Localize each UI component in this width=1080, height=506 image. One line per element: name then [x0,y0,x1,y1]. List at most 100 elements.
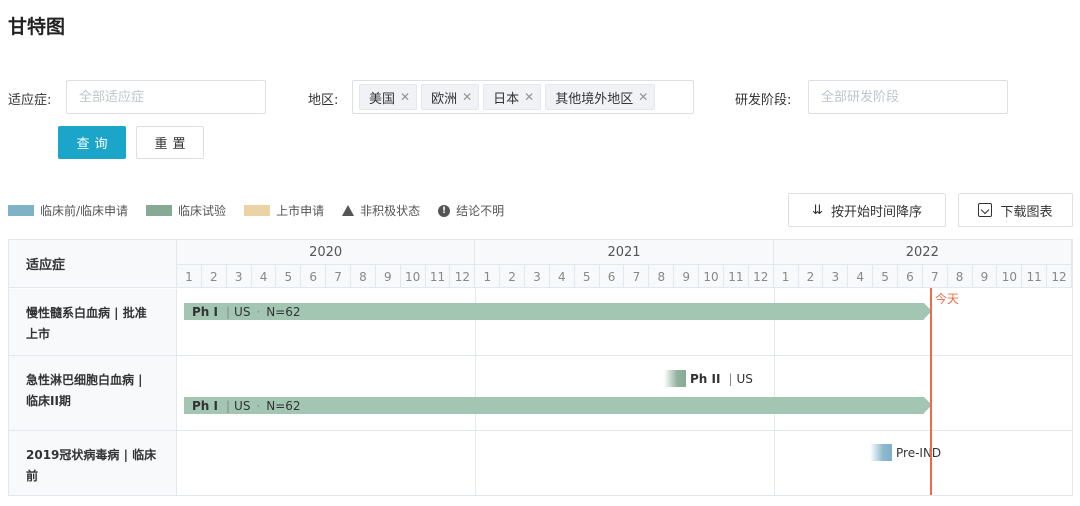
month-label: 6 [600,265,625,288]
indication-label: 适应症: [8,93,52,108]
legend-swatch [244,205,271,216]
month-label: 12 [749,265,774,288]
close-icon[interactable]: ✕ [462,90,472,104]
legend-label: 上市申请 [276,204,325,218]
bar-fade [664,370,686,387]
legend-label: 临床试验 [178,204,227,218]
legend-label: 非积极状态 [360,204,421,218]
bar-region: US [234,304,251,319]
row-label-line: 急性淋巴细胞白血病 | [26,373,143,387]
download-chart-button[interactable]: 下载图表 [958,193,1073,227]
region-tag-eu: 欧洲 ✕ [421,84,480,110]
year-label: 2022 [774,240,1072,265]
month-label: 10 [401,265,426,288]
indication-input[interactable] [66,80,266,114]
triangle-icon [342,205,355,216]
month-label: 3 [823,265,849,288]
month-label: 6 [301,265,327,288]
month-label: 9 [973,265,998,288]
bar-separator: | [728,371,733,386]
stage-input[interactable] [808,80,1008,114]
legend-swatch [146,205,173,216]
month-label: 11 [1022,265,1048,288]
month-label: 1 [475,265,501,288]
year-label: 2020 [177,240,476,265]
month-label: 3 [525,265,550,288]
month-label: 9 [376,265,401,288]
bar-phase: Ph I [192,304,218,319]
month-label: 4 [252,265,277,288]
close-icon[interactable]: ✕ [400,90,410,104]
download-button-label: 下载图表 [1000,204,1053,220]
month-label: 11 [426,265,451,288]
sort-button[interactable]: ⇊ 按开始时间降序 [788,193,946,227]
bar-fade [870,444,892,461]
close-icon[interactable]: ✕ [638,90,648,104]
row-label-line: 临床II期 [26,394,71,408]
month-label: 10 [699,265,724,288]
legend-label: 临床前/临床申请 [40,204,129,218]
row-label-line: 2019冠状病毒病 | 临床 [26,448,157,462]
gantt-bar[interactable]: Ph I | US · N=62 [184,397,932,414]
stage-label: 研发阶段: [735,93,792,108]
month-label: 5 [276,265,302,288]
month-label: 1 [177,265,202,288]
row-label-covid: 2019冠状病毒病 | 临床 前 [9,431,177,495]
bar-separator: · [256,398,261,413]
row-label-line: 慢性髓系白血病 | 批准 [26,306,147,320]
region-tag-label: 日本 [493,91,520,107]
month-header-row: 1 2 3 4 5 6 7 8 9 10 11 12 1 2 3 4 5 6 7 8 9 10 11 12 1 2 3 4 5 6 7 8 9 1… [177,265,1072,288]
sort-icon: ⇊ [812,202,823,218]
row-label-all: 急性淋巴细胞白血病 | 临床II期 [9,356,177,430]
month-label: 6 [898,265,923,288]
exclamation-icon: ! [438,204,451,217]
region-tag-jp: 日本 ✕ [483,84,542,110]
month-label: 3 [227,265,252,288]
month-label: 2 [799,265,824,288]
bar-phase: Ph II [690,371,721,386]
region-tag-label: 美国 [369,91,396,107]
month-label: 5 [873,265,898,288]
download-icon [978,203,993,217]
month-label: 4 [848,265,874,288]
bar-region: US [234,398,251,413]
legend-label: 结论不明 [456,204,505,218]
query-button[interactable]: 查询 [58,126,126,159]
gantt-bar[interactable]: Ph II | US [664,370,753,387]
row-label-line: 上市 [26,327,51,341]
year-header-row: 2020 2021 2022 [177,240,1072,265]
month-label: 10 [997,265,1023,288]
month-label: 12 [1047,265,1072,288]
sort-button-label: 按开始时间降序 [830,204,922,220]
region-tag-other: 其他境外地区 ✕ [545,84,656,110]
legend-item-inactive: 非积极状态 [342,202,420,219]
today-label: 今天 [935,292,960,306]
legend-swatch [8,205,34,216]
legend-item-trial: 临床试验 [146,202,226,219]
legend: 临床前/临床申请 临床试验 上市申请 非积极状态 ! 结论不明 [8,202,522,219]
month-label: 4 [550,265,575,288]
region-tag-us: 美国 ✕ [359,84,418,110]
month-label: 12 [450,265,476,288]
month-label: 5 [575,265,600,288]
region-tag-label: 欧洲 [431,91,458,107]
bar-separator: | [225,398,231,413]
reset-button[interactable]: 重置 [136,126,204,159]
month-label: 7 [625,265,650,288]
legend-item-marketing: 上市申请 [244,202,324,219]
legend-item-preclinical: 临床前/临床申请 [8,202,128,219]
month-label: 7 [923,265,948,288]
region-label: 地区: [308,93,339,108]
month-label: 9 [674,265,700,288]
gantt-bar[interactable]: Pre-IND [870,444,945,461]
month-label: 8 [948,265,973,288]
month-label: 1 [774,265,799,288]
region-select[interactable]: 美国 ✕ 欧洲 ✕ 日本 ✕ 其他境外地区 ✕ [352,80,694,114]
row-label-cml: 慢性髓系白血病 | 批准 上市 [9,289,177,355]
bar-n: N=62 [266,398,301,413]
page-title: 甘特图 [8,16,66,38]
close-icon[interactable]: ✕ [524,90,534,104]
month-label: 11 [724,265,749,288]
month-label: 8 [649,265,675,288]
gantt-bar[interactable]: Ph I | US · N=62 [184,303,932,320]
